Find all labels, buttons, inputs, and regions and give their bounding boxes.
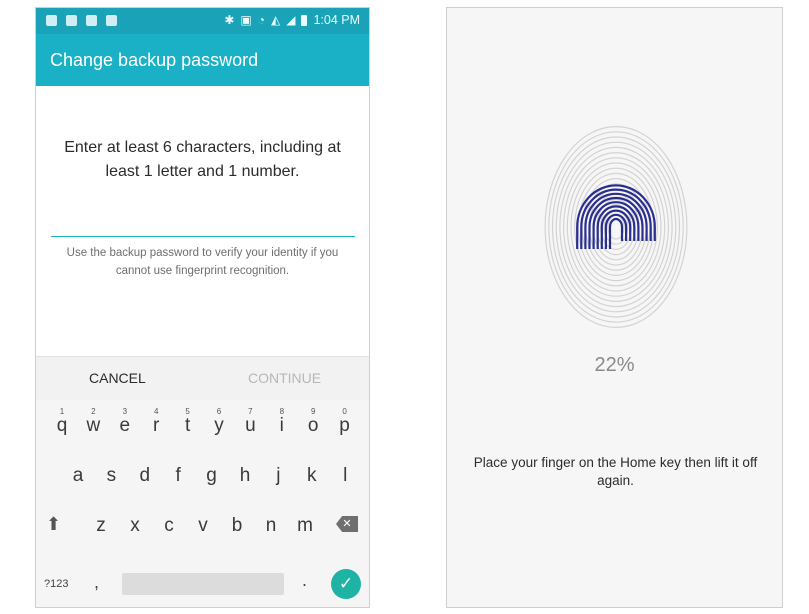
key-k[interactable]: k (297, 456, 327, 496)
signal-icon: ◢ (286, 13, 296, 27)
cancel-button[interactable]: CANCEL (89, 370, 146, 386)
key-hint-digit: 6 (216, 407, 222, 416)
key-hint-digit: 9 (310, 407, 316, 416)
fingerprint-progress (543, 123, 689, 333)
keyboard-row-2: asdfghjkl (36, 456, 369, 496)
app-bar: Change backup password (36, 34, 369, 86)
key-i[interactable]: i8 (267, 406, 297, 446)
system-icons: ✱ ▣ ◔ ◭ ◢ 1:04 PM (224, 13, 360, 27)
continue-button[interactable]: CONTINUE (248, 370, 321, 386)
notification-icons (46, 15, 117, 26)
key-u[interactable]: u7 (235, 406, 265, 446)
key-z[interactable]: z (86, 506, 116, 546)
fingerprint-outline (544, 125, 688, 329)
key-hint-digit: 2 (91, 407, 96, 416)
key-n[interactable]: n (256, 506, 286, 546)
action-bar: CANCEL CONTINUE (36, 356, 369, 401)
password-form: Enter at least 6 characters, including a… (36, 86, 369, 356)
backspace-icon[interactable]: ✕ (336, 516, 358, 532)
key-a[interactable]: a (63, 456, 93, 496)
keyboard-row-1: q1w2e3r4t5y6u7i8o9p0 (36, 406, 369, 446)
key-hint-digit: 3 (122, 407, 128, 416)
key-hint-digit: 8 (279, 407, 285, 416)
screenshot-icon (66, 15, 77, 26)
shield-icon (86, 15, 97, 26)
key-e[interactable]: e3 (110, 406, 140, 446)
gallery-icon (46, 15, 57, 26)
wifi-icon: ◭ (270, 13, 281, 27)
key-hint-digit: 0 (342, 407, 347, 416)
password-hint: Use the backup password to verify your i… (66, 247, 339, 277)
backup-password-screen: ✱ ▣ ◔ ◭ ◢ 1:04 PM Change backup password… (35, 7, 370, 608)
key-m[interactable]: m (290, 506, 320, 546)
progress-percent: 22% (594, 354, 635, 376)
backup-password-input[interactable] (51, 214, 355, 237)
key-q[interactable]: q1 (47, 406, 77, 446)
alarm-icon: ◔ (257, 13, 265, 27)
status-bar: ✱ ▣ ◔ ◭ ◢ 1:04 PM (36, 8, 369, 34)
comma-key[interactable]: , (94, 572, 99, 593)
keyboard-row-3: ⬆ ✕ zxcvbnm (36, 506, 369, 546)
period-key[interactable]: . (302, 570, 307, 591)
password-instruction: Enter at least 6 characters, including a… (64, 139, 341, 180)
key-f[interactable]: f (163, 456, 193, 496)
shift-icon[interactable]: ⬆ (46, 514, 61, 535)
key-s[interactable]: s (96, 456, 126, 496)
bluetooth-icon: ✱ (224, 13, 235, 27)
key-hint-digit: 7 (248, 407, 253, 416)
symbols-key[interactable]: ?123 (44, 573, 68, 595)
key-d[interactable]: d (130, 456, 160, 496)
keyboard-row-4: ?123 , . ✓ (36, 556, 369, 599)
fingerprint-icon (544, 125, 688, 329)
key-h[interactable]: h (230, 456, 260, 496)
battery-icon (301, 14, 308, 26)
key-o[interactable]: o9 (298, 406, 328, 446)
key-g[interactable]: g (197, 456, 227, 496)
key-p[interactable]: p0 (330, 406, 360, 446)
key-l[interactable]: l (330, 456, 360, 496)
key-j[interactable]: j (263, 456, 293, 496)
fingerprint-register-screen: 22% Place your finger on the Home key th… (446, 7, 783, 608)
keyboard: q1w2e3r4t5y6u7i8o9p0 asdfghjkl ⬆ ✕ zxcvb… (36, 400, 369, 607)
bag-icon (106, 15, 117, 26)
page-title: Change backup password (50, 50, 259, 70)
space-key[interactable] (122, 573, 284, 595)
key-c[interactable]: c (154, 506, 184, 546)
key-r[interactable]: r4 (141, 406, 171, 446)
place-finger-message: Place your finger on the Home key then l… (473, 455, 758, 488)
key-t[interactable]: t5 (173, 406, 203, 446)
key-hint-digit: 1 (59, 407, 65, 416)
nfc-icon: ▣ (240, 13, 252, 27)
key-hint-digit: 4 (153, 407, 159, 416)
key-v[interactable]: v (188, 506, 218, 546)
key-hint-digit: 5 (185, 407, 190, 416)
checkmark-icon[interactable]: ✓ (331, 569, 361, 599)
key-w[interactable]: w2 (78, 406, 108, 446)
status-time: 1:04 PM (313, 13, 360, 27)
key-b[interactable]: b (222, 506, 252, 546)
key-x[interactable]: x (120, 506, 150, 546)
key-y[interactable]: y6 (204, 406, 234, 446)
